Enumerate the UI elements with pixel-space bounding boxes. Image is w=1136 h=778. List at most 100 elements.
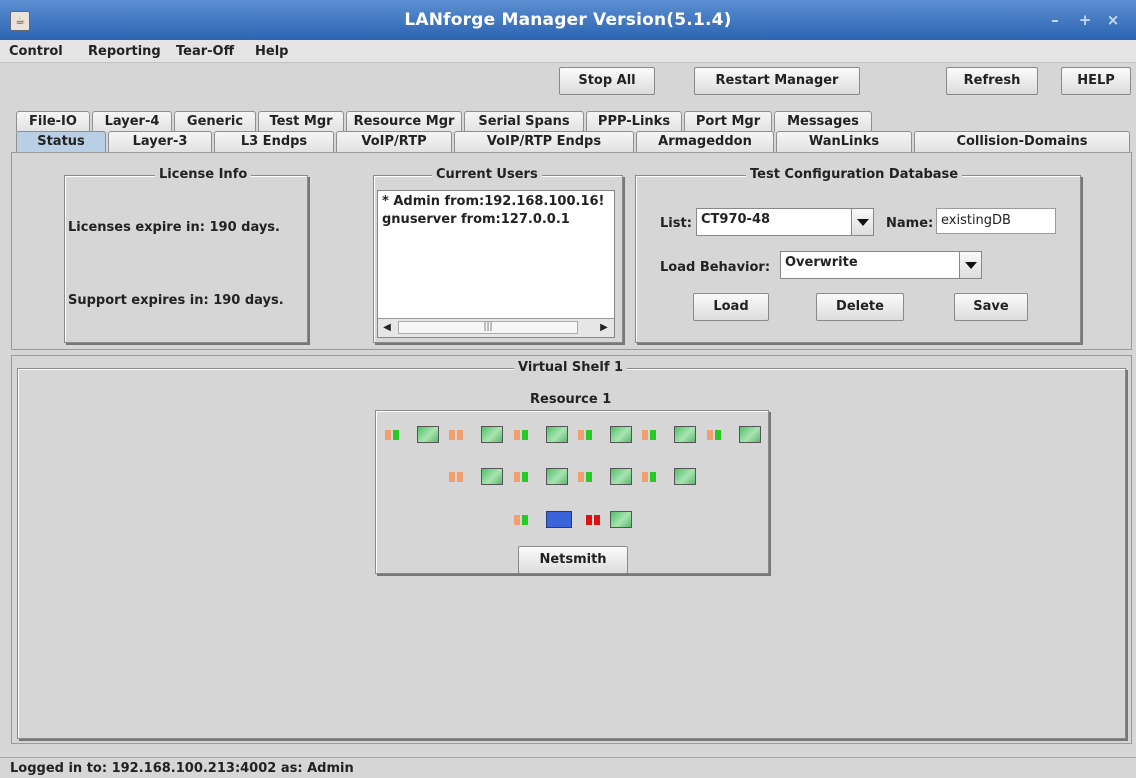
tab-port-mgr[interactable]: Port Mgr	[684, 111, 772, 132]
list-item[interactable]: * Admin from:192.168.100.16!	[382, 194, 604, 209]
ethernet-port-icon[interactable]	[674, 426, 696, 443]
scroll-right-icon[interactable]: ▶	[598, 322, 610, 334]
maximize-icon[interactable]: +	[1076, 11, 1094, 29]
tab-wanlinks[interactable]: WanLinks	[776, 131, 912, 152]
link-led	[514, 472, 520, 482]
tab-messages[interactable]: Messages	[774, 111, 872, 132]
list-item[interactable]: gnuserver from:127.0.0.1	[382, 212, 570, 227]
ethernet-port-icon[interactable]	[546, 468, 568, 485]
link-led	[586, 430, 592, 440]
tab-voip-rtp[interactable]: VoIP/RTP	[336, 131, 452, 152]
tab-l3-endps[interactable]: L3 Endps	[214, 131, 334, 152]
delete-button[interactable]: Delete	[816, 293, 904, 321]
menu-help[interactable]: Help	[255, 44, 288, 59]
link-led	[457, 430, 463, 440]
test-config-db-title: Test Configuration Database	[746, 167, 963, 182]
ethernet-port-icon[interactable]	[610, 511, 632, 528]
db-name-value: existingDB	[941, 213, 1011, 228]
link-led	[707, 430, 713, 440]
tab-voip-rtp-endps[interactable]: VoIP/RTP Endps	[454, 131, 634, 152]
test-config-db-group: Test Configuration Database List: CT970-…	[635, 167, 1081, 343]
load-behavior-value: Overwrite	[785, 255, 858, 270]
resource-group[interactable]: Netsmith	[375, 410, 769, 574]
link-led	[457, 472, 463, 482]
link-led	[522, 472, 528, 482]
menu-reporting[interactable]: Reporting	[88, 44, 161, 59]
tab-ppp-links[interactable]: PPP-Links	[586, 111, 682, 132]
link-led	[578, 430, 584, 440]
tab-test-mgr[interactable]: Test Mgr	[258, 111, 344, 132]
link-led	[586, 472, 592, 482]
link-led	[594, 515, 600, 525]
link-led	[449, 430, 455, 440]
selected-port-icon[interactable]	[546, 511, 572, 528]
link-led	[650, 430, 656, 440]
link-led	[385, 430, 391, 440]
stop-all-button[interactable]: Stop All	[559, 67, 655, 95]
tab-armageddon[interactable]: Armageddon	[636, 131, 774, 152]
link-led	[642, 472, 648, 482]
link-led	[514, 515, 520, 525]
close-icon[interactable]: ×	[1104, 11, 1122, 29]
menu-tear-off[interactable]: Tear-Off	[176, 44, 234, 59]
scroll-left-icon[interactable]: ◀	[381, 322, 393, 334]
minimize-icon[interactable]: –	[1046, 11, 1064, 29]
tab-layer-3[interactable]: Layer-3	[108, 131, 212, 152]
licenses-expire-text: Licenses expire in: 190 days.	[68, 220, 280, 235]
name-label: Name:	[886, 216, 934, 231]
netsmith-button[interactable]: Netsmith	[518, 546, 628, 574]
save-button[interactable]: Save	[954, 293, 1028, 321]
db-list-value: CT970-48	[701, 212, 771, 227]
link-led	[514, 430, 520, 440]
link-led	[715, 430, 721, 440]
license-info-group: License Info Licenses expire in: 190 day…	[64, 167, 308, 343]
current-users-list[interactable]: * Admin from:192.168.100.16! gnuserver f…	[377, 190, 615, 338]
link-led	[578, 472, 584, 482]
link-led	[449, 472, 455, 482]
ethernet-port-icon[interactable]	[481, 468, 503, 485]
tab-status[interactable]: Status	[16, 131, 106, 152]
list-label: List:	[660, 216, 692, 231]
load-behavior-label: Load Behavior:	[660, 260, 771, 275]
chevron-down-icon[interactable]	[959, 252, 981, 278]
restart-manager-button[interactable]: Restart Manager	[694, 67, 860, 95]
ethernet-port-icon[interactable]	[546, 426, 568, 443]
virtual-shelf-panel: Virtual Shelf 1 Resource 1 Netsmith	[11, 355, 1132, 744]
current-users-title: Current Users	[432, 167, 542, 182]
help-button[interactable]: HELP	[1061, 67, 1131, 95]
support-expires-text: Support expires in: 190 days.	[68, 293, 284, 308]
tab-file-io[interactable]: File-IO	[16, 111, 90, 132]
db-list-select[interactable]: CT970-48	[696, 208, 874, 236]
refresh-button[interactable]: Refresh	[946, 67, 1038, 95]
link-led	[522, 430, 528, 440]
link-led	[522, 515, 528, 525]
ethernet-port-icon[interactable]	[739, 426, 761, 443]
tab-resource-mgr[interactable]: Resource Mgr	[346, 111, 462, 132]
menu-bar: Control Reporting Tear-Off Help	[0, 40, 1136, 63]
ethernet-port-icon[interactable]	[610, 468, 632, 485]
tab-layer-4[interactable]: Layer-4	[92, 111, 172, 132]
status-info-panel: License Info Licenses expire in: 190 day…	[11, 152, 1132, 350]
status-bar: Logged in to: 192.168.100.213:4002 as: A…	[0, 757, 1136, 778]
scrollbar-thumb[interactable]: |||	[398, 321, 578, 334]
ethernet-port-icon[interactable]	[674, 468, 696, 485]
link-led	[586, 515, 592, 525]
tab-generic[interactable]: Generic	[174, 111, 256, 132]
virtual-shelf-title: Virtual Shelf 1	[514, 360, 628, 375]
ethernet-port-icon[interactable]	[417, 426, 439, 443]
link-led	[642, 430, 648, 440]
tab-collision-domains[interactable]: Collision-Domains	[914, 131, 1130, 152]
load-button[interactable]: Load	[693, 293, 769, 321]
resource-title: Resource 1	[530, 392, 612, 407]
chevron-down-icon[interactable]	[851, 209, 873, 235]
db-name-field[interactable]: existingDB	[936, 208, 1056, 234]
menu-control[interactable]: Control	[9, 44, 63, 59]
current-users-group: Current Users * Admin from:192.168.100.1…	[373, 167, 623, 343]
ethernet-port-icon[interactable]	[481, 426, 503, 443]
link-led	[650, 472, 656, 482]
tab-serial-spans[interactable]: Serial Spans	[464, 111, 584, 132]
title-bar: ☕ LANforge Manager Version(5.1.4) – + ×	[0, 0, 1136, 40]
horizontal-scrollbar[interactable]: ◀ ||| ▶	[378, 318, 614, 337]
load-behavior-select[interactable]: Overwrite	[780, 251, 982, 279]
ethernet-port-icon[interactable]	[610, 426, 632, 443]
